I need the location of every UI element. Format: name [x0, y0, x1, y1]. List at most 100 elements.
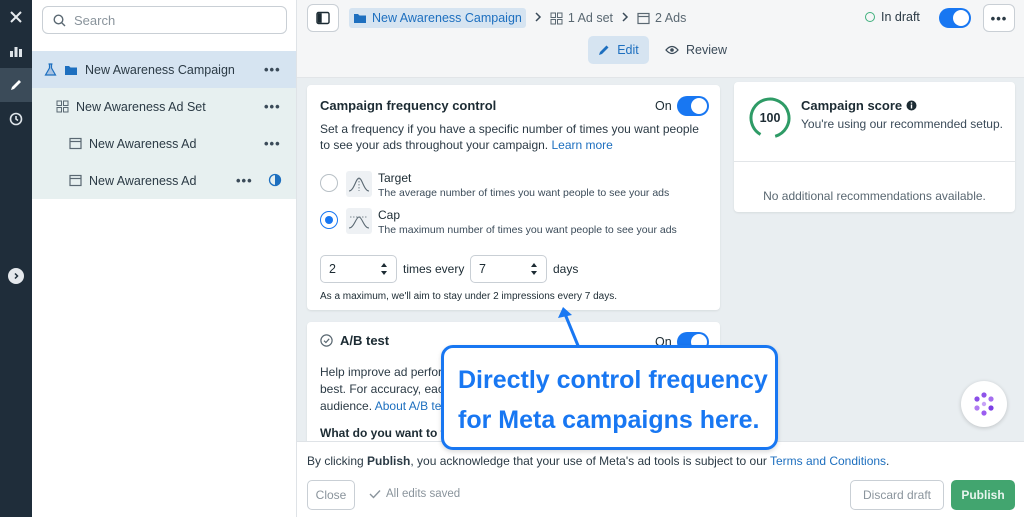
- cap-text: Cap The maximum number of times you want…: [378, 208, 677, 237]
- target-label: Target: [378, 171, 412, 185]
- search-input[interactable]: Search: [42, 6, 287, 34]
- campaign-on-toggle[interactable]: [939, 8, 971, 28]
- save-status: All edits saved: [369, 488, 460, 500]
- frequency-description-text: Set a frequency if you have a specific n…: [320, 122, 699, 152]
- more-options-button[interactable]: •••: [983, 4, 1015, 32]
- panel-toggle-button[interactable]: [307, 4, 339, 32]
- draft-status: In draft: [865, 10, 920, 24]
- history-clock-icon[interactable]: [0, 102, 32, 136]
- times-every-label: times every: [403, 262, 465, 276]
- frequency-toggle-label: On: [655, 99, 672, 113]
- option-cap[interactable]: Cap The maximum number of times you want…: [320, 208, 677, 237]
- breadcrumb-campaign-label: New Awareness Campaign: [372, 11, 522, 25]
- days-value: 7: [479, 262, 486, 276]
- left-rail: [0, 0, 32, 517]
- tree-item-adset[interactable]: New Awareness Ad Set •••: [32, 88, 296, 125]
- discard-draft-button[interactable]: Discard draft: [850, 480, 944, 510]
- capped-curve-icon: [346, 208, 372, 234]
- expand-chevron-icon[interactable]: [8, 268, 24, 284]
- adset-grid-icon: [550, 12, 563, 24]
- breadcrumb-adset-label: 1 Ad set: [567, 11, 614, 25]
- bottom-bar: By clicking Publish, you acknowledge tha…: [297, 441, 1024, 517]
- close-icon[interactable]: [0, 0, 32, 34]
- score-title: Campaign score: [801, 98, 917, 113]
- ad-icon: [637, 12, 650, 24]
- ab-desc-text: audience.: [320, 399, 373, 413]
- frequency-control-title: Campaign frequency control: [320, 98, 497, 113]
- tree-item-campaign[interactable]: New Awareness Campaign •••: [32, 51, 296, 88]
- adset-grid-icon: [56, 100, 69, 113]
- breadcrumb-ads[interactable]: 2 Ads: [637, 11, 686, 25]
- breadcrumb-ads-label: 2 Ads: [655, 11, 687, 25]
- tab-edit[interactable]: Edit: [588, 36, 649, 64]
- terms-text: By clicking: [307, 454, 368, 468]
- draft-status-label: In draft: [881, 10, 920, 24]
- bell-curve-icon: [346, 171, 372, 197]
- campaign-more-button[interactable]: •••: [264, 62, 281, 77]
- sparkle-flower-icon: [974, 392, 994, 416]
- learn-more-link[interactable]: Learn more: [551, 138, 612, 152]
- flask-icon: [44, 63, 57, 76]
- frequency-control-toggle[interactable]: [677, 96, 709, 116]
- ai-assistant-button[interactable]: [961, 381, 1007, 427]
- chevron-right-icon: [621, 11, 629, 25]
- tab-edit-label: Edit: [617, 43, 639, 57]
- divider: [734, 161, 1015, 162]
- eye-icon: [665, 45, 679, 55]
- breadcrumb-campaign[interactable]: New Awareness Campaign: [349, 8, 526, 28]
- callout-line: for Meta campaigns here.: [458, 406, 760, 434]
- cap-description: The maximum number of times you want peo…: [378, 224, 677, 236]
- checkmark-icon: [369, 490, 381, 499]
- score-subtitle: You're using our recommended setup.: [801, 117, 1003, 131]
- ad-more-button[interactable]: •••: [236, 173, 253, 188]
- score-value: 100: [759, 111, 781, 125]
- tree-ad-label: New Awareness Ad: [89, 173, 197, 188]
- ab-test-title: A/B test: [320, 333, 389, 348]
- chevron-right-icon: [534, 11, 542, 25]
- ad-more-button[interactable]: •••: [264, 136, 281, 151]
- tree-item-ad[interactable]: New Awareness Ad •••: [32, 125, 296, 162]
- about-ab-test-link[interactable]: About A/B tes: [375, 399, 448, 413]
- campaign-score-card: 100 Campaign score You're using our reco…: [734, 82, 1015, 212]
- option-target[interactable]: Target The average number of times you w…: [320, 171, 669, 200]
- reports-icon[interactable]: [0, 34, 32, 68]
- breadcrumb: New Awareness Campaign 1 Ad set 2 Ads: [349, 6, 686, 30]
- breadcrumb-adset[interactable]: 1 Ad set: [550, 11, 613, 25]
- ab-test-question: What do you want to te: [320, 426, 452, 440]
- tree-ad-label: New Awareness Ad: [89, 136, 197, 151]
- stepper-arrows-icon[interactable]: [380, 261, 388, 277]
- stepper-arrows-icon[interactable]: [530, 261, 538, 277]
- terms-and-conditions-link[interactable]: Terms and Conditions: [770, 454, 886, 468]
- edit-pencil-icon[interactable]: [0, 68, 32, 102]
- target-text: Target The average number of times you w…: [378, 171, 669, 200]
- close-button[interactable]: Close: [307, 480, 355, 510]
- folder-icon: [354, 14, 366, 23]
- info-icon[interactable]: [906, 100, 917, 111]
- sidebar-panel-icon: [316, 11, 330, 25]
- publish-button[interactable]: Publish: [951, 480, 1015, 510]
- target-description: The average number of times you want peo…: [378, 187, 670, 199]
- callout-arrow-icon: [558, 307, 581, 349]
- frequency-description: Set a frequency if you have a specific n…: [320, 121, 710, 153]
- tree-campaign-label: New Awareness Campaign: [85, 62, 235, 77]
- terms-text: , you acknowledge that your use of Meta'…: [410, 454, 770, 468]
- ab-desc-line: audience. About A/B tes: [320, 398, 460, 415]
- search-icon: [53, 13, 66, 26]
- half-circle-status-icon: [268, 173, 282, 190]
- cap-radio[interactable]: [320, 211, 338, 229]
- tab-review-label: Review: [686, 43, 727, 57]
- adset-more-button[interactable]: •••: [264, 99, 281, 114]
- frequency-control-card: Campaign frequency control On Set a freq…: [307, 85, 720, 310]
- days-stepper[interactable]: 7: [470, 255, 547, 283]
- terms-publish-bold: Publish: [367, 454, 411, 468]
- check-circle-icon: [320, 334, 333, 347]
- save-status-label: All edits saved: [386, 488, 461, 500]
- callout-box: Directly control frequency for Meta camp…: [441, 345, 778, 450]
- times-stepper[interactable]: 2: [320, 255, 397, 283]
- target-radio[interactable]: [320, 174, 338, 192]
- search-placeholder: Search: [74, 12, 116, 28]
- tree-item-ad[interactable]: New Awareness Ad •••: [32, 162, 296, 199]
- times-value: 2: [329, 262, 336, 276]
- tab-review[interactable]: Review: [663, 36, 729, 64]
- ab-desc-line: best. For accuracy, each: [320, 382, 451, 396]
